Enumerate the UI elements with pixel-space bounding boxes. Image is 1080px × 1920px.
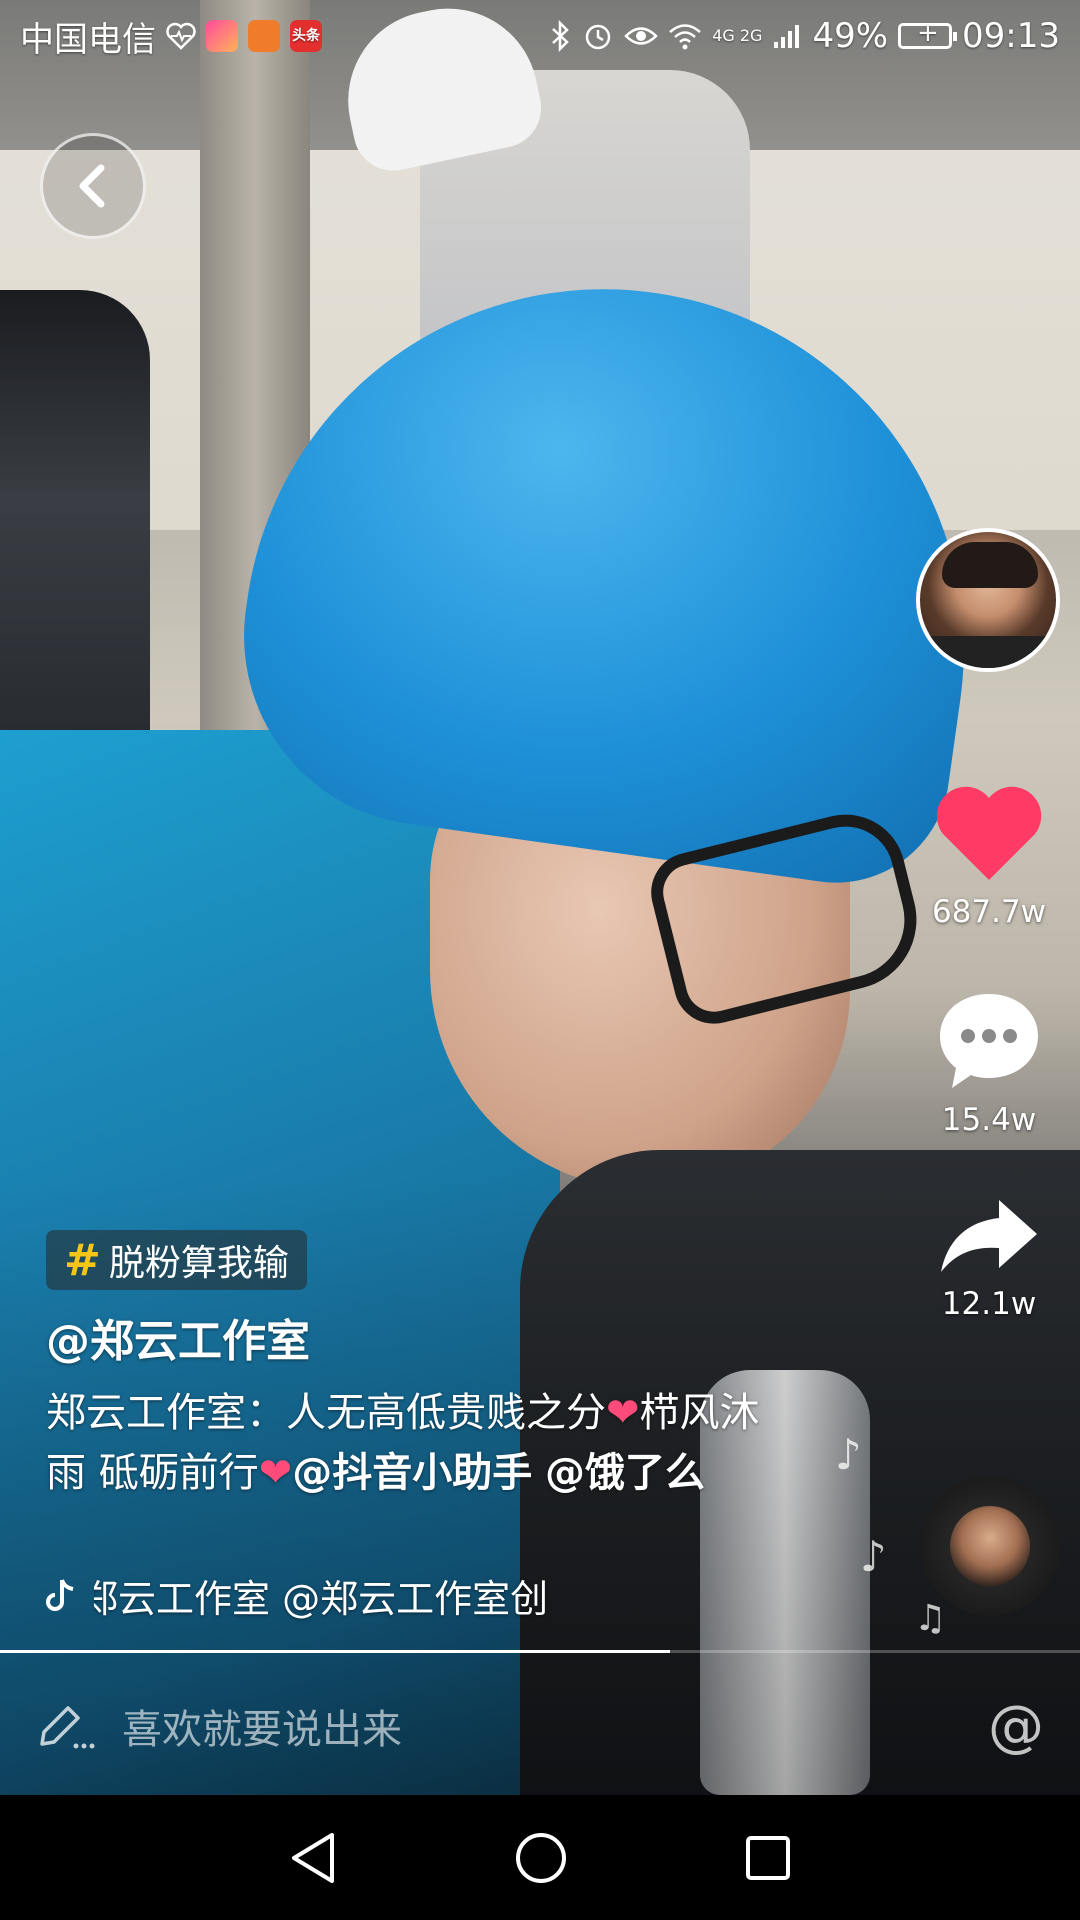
share-count: 12.1w [941, 1286, 1037, 1322]
pink-heart-icon: ❤ [606, 1390, 640, 1436]
hashtag-icon: # [64, 1234, 101, 1286]
hashtag-label: 脱粉算我输 [108, 1243, 289, 1284]
comment-button[interactable]: 15.4w [914, 988, 1064, 1138]
description-text: 郑云工作室：人无高低贵贱之分 [46, 1390, 606, 1436]
comment-bubble-icon [940, 994, 1038, 1088]
mention-link[interactable]: @抖音小助手 [292, 1450, 532, 1496]
mention-button[interactable]: @ [988, 1694, 1044, 1759]
pink-heart-icon: ❤ [258, 1450, 293, 1496]
home-circle-icon[interactable] [514, 1831, 568, 1885]
orange-app-icon [248, 20, 280, 52]
wifi-icon [669, 24, 702, 50]
heart-icon [936, 786, 1042, 880]
avatar-hair [942, 542, 1038, 588]
signal-icon [774, 25, 800, 48]
recents-square-icon[interactable] [744, 1834, 792, 1882]
share-button[interactable]: 12.1w [914, 1196, 1064, 1322]
bluetooth-icon [552, 20, 569, 52]
video-description: 郑云工作室：人无高低贵贱之分❤栉风沐雨 砥砺前行❤@抖音小助手 @饿了么 [46, 1383, 786, 1503]
music-note-icon: ♪ [835, 1430, 862, 1479]
comment-count: 15.4w [941, 1102, 1037, 1138]
music-info[interactable]: 郑云工作室 @郑云工作室创 [46, 1568, 594, 1623]
mention-link[interactable]: @饿了么 [545, 1450, 705, 1496]
network-type-label: 4G 2G [712, 26, 763, 45]
carrier-label: 中国电信 [20, 19, 156, 60]
chevron-left-icon [79, 164, 105, 208]
navigation-bar [0, 1795, 1080, 1920]
clock: 09:13 [962, 16, 1060, 56]
video-progress-fill [0, 1650, 670, 1653]
avatar-shirt [920, 636, 1056, 668]
heart-pulse-icon [166, 22, 196, 50]
music-disc-cover [950, 1506, 1030, 1586]
toutiao-app-icon: 头条 [290, 20, 322, 52]
video-app-icon [206, 20, 238, 52]
music-title: 郑云工作室 @郑云工作室创 [94, 1577, 549, 1621]
music-note-icon: ♪ [860, 1532, 887, 1581]
like-count: 687.7w [931, 894, 1047, 930]
battery-percent: 49% [812, 16, 889, 56]
creator-avatar[interactable] [916, 528, 1060, 672]
share-arrow-icon [941, 1200, 1037, 1272]
video-progress-bar[interactable] [0, 1650, 1080, 1653]
eye-icon [624, 27, 658, 45]
pencil-icon [40, 1706, 95, 1749]
alarm-icon [585, 24, 611, 50]
comment-input-bar[interactable]: 喜欢就要说出来 @ [0, 1656, 1080, 1796]
music-note-icon: ♫ [914, 1598, 947, 1639]
back-button[interactable] [40, 133, 146, 239]
back-triangle-icon[interactable] [288, 1831, 338, 1885]
music-disc[interactable] [920, 1476, 1060, 1616]
hashtag-chip[interactable]: # 脱粉算我输 [46, 1230, 307, 1290]
author-name[interactable]: @郑云工作室 [46, 1305, 310, 1369]
like-button[interactable]: 687.7w [914, 784, 1064, 930]
tiktok-note-icon [46, 1578, 74, 1611]
battery-icon: + [898, 18, 958, 49]
comment-input[interactable]: 喜欢就要说出来 [122, 1697, 988, 1755]
status-bar: 中国电信 头条 4G 2G 49% + 09:13 [0, 0, 1080, 72]
